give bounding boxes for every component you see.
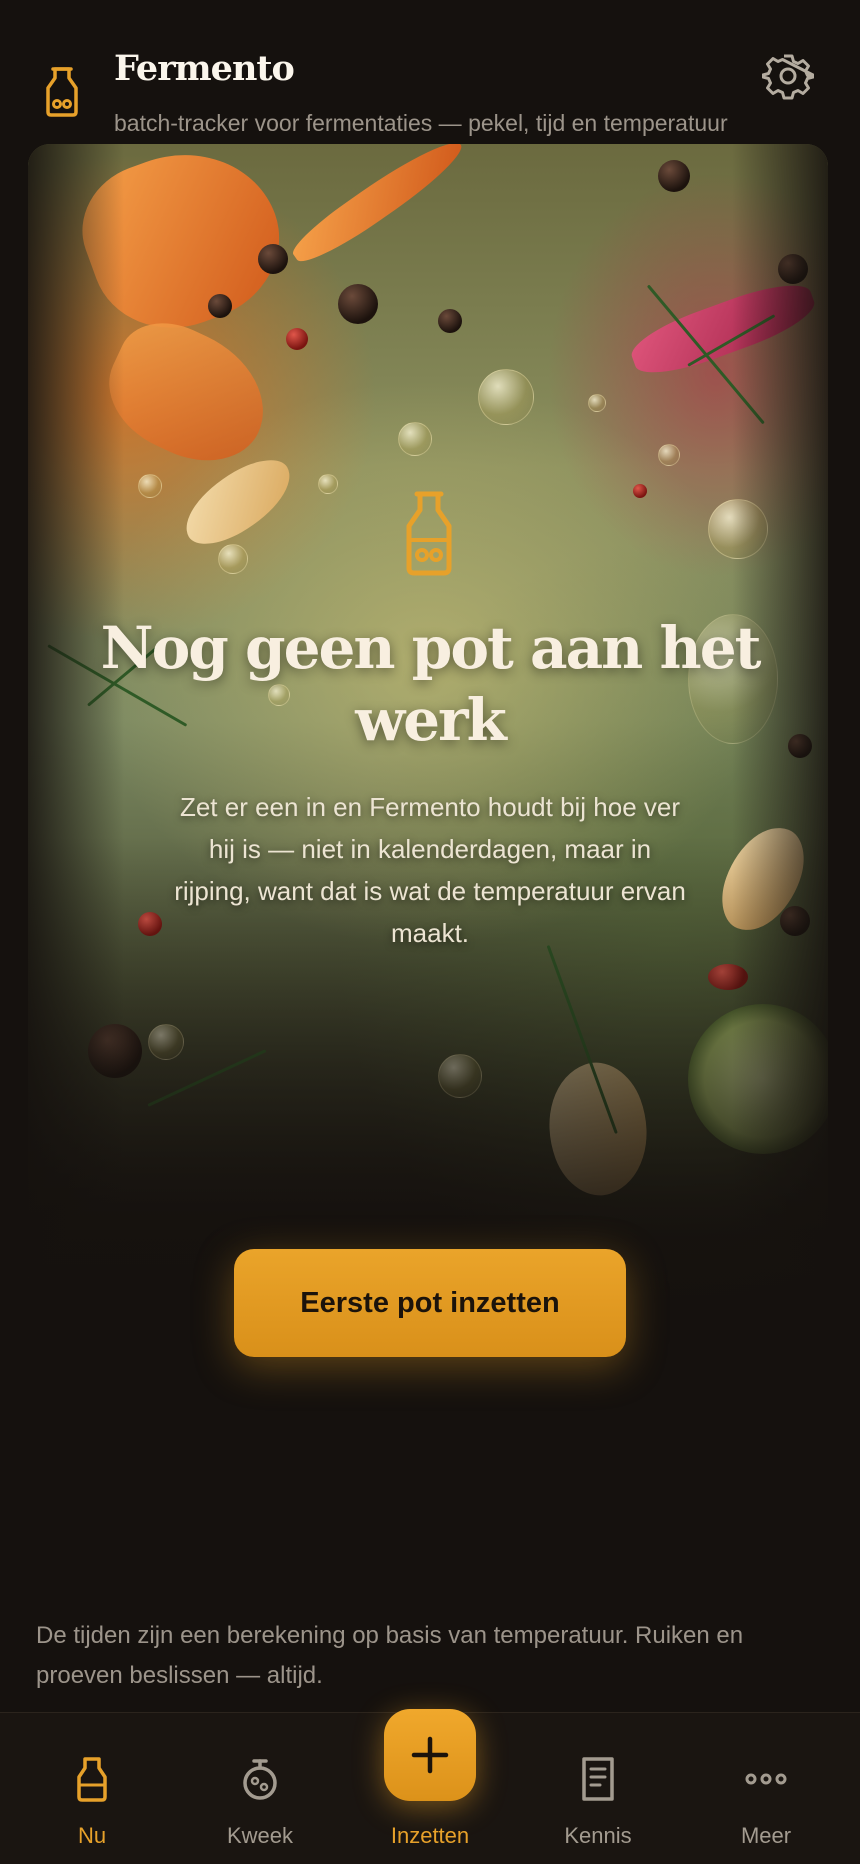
gear-icon [761,54,815,100]
disclaimer-text: De tijden zijn een berekening op basis v… [36,1622,744,1689]
jar-icon [402,490,456,578]
nav-label: Meer [740,1823,792,1848]
jar-icon [70,1755,114,1803]
app-screen: Fermento batch-tracker voor fermentaties… [0,0,860,1864]
add-jar-button[interactable] [384,1709,476,1801]
first-jar-button[interactable]: Eerste pot inzetten [234,1249,626,1357]
nav-item-kennis[interactable]: Kennis [528,1713,668,1864]
nav-label: Kweek [226,1823,294,1848]
nav-label: Kennis [564,1823,632,1848]
nav-label: Nu [77,1823,107,1848]
jar-icon [44,66,80,118]
nav-item-meer[interactable]: Meer [696,1713,836,1864]
nav-item-kweek[interactable]: Kweek [190,1713,330,1864]
plus-icon [411,1736,449,1774]
culture-icon [238,1755,282,1803]
app-subtitle: batch-tracker voor fermentaties — pekel,… [114,110,728,136]
settings-button[interactable] [761,50,815,102]
book-icon [576,1755,620,1803]
hero-title: Nog geen pot aan het werk [100,614,762,754]
nav-item-nu[interactable]: Nu [22,1713,162,1864]
more-icon [744,1755,788,1803]
app-title: Fermento [114,48,295,89]
nav-item-inzetten[interactable]: Inzetten [360,1709,500,1864]
bottom-nav: Nu Kweek Inzetten Kennis Meer [0,1709,860,1864]
hero-description: Zet er een in en Fermento houdt bij hoe … [174,792,686,948]
nav-label: Inzetten [390,1823,470,1848]
